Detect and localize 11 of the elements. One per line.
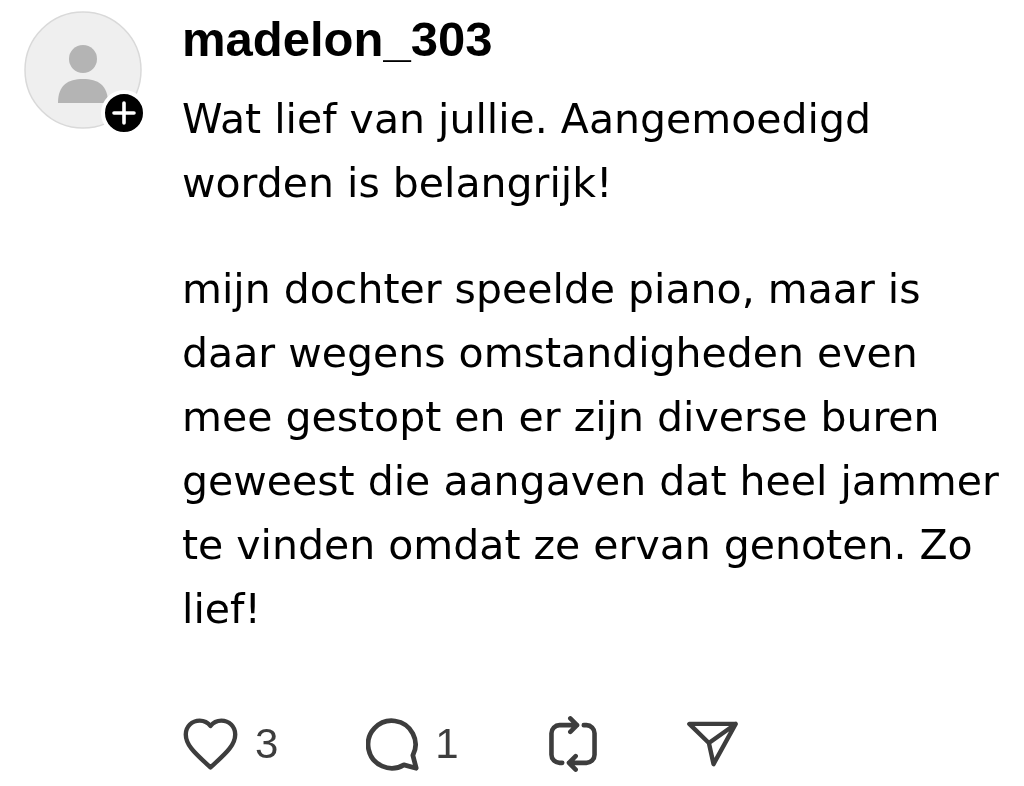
comment-text: mijn dochter speelde piano, maar is daar wegens omstandigheden even mee gestopt en er zijn diverse buren geweest die aangaven dat heel jammer te vinden omdat ze ervan genoten. Zo lief! [182, 264, 1000, 635]
paper-plane-icon [686, 721, 738, 767]
speech-bubble-icon [366, 717, 420, 771]
repost-button[interactable] [546, 716, 599, 772]
heart-icon [182, 718, 239, 770]
share-button[interactable] [686, 721, 738, 767]
username[interactable]: madelon_303 [182, 11, 493, 67]
like-button[interactable]: 3 [182, 718, 279, 770]
repost-icon [546, 716, 599, 772]
comment-text: Wat lief van jullie. Aangemoedigd worden is belangrijk! [182, 94, 872, 209]
reply-button[interactable]: 1 [366, 717, 459, 771]
